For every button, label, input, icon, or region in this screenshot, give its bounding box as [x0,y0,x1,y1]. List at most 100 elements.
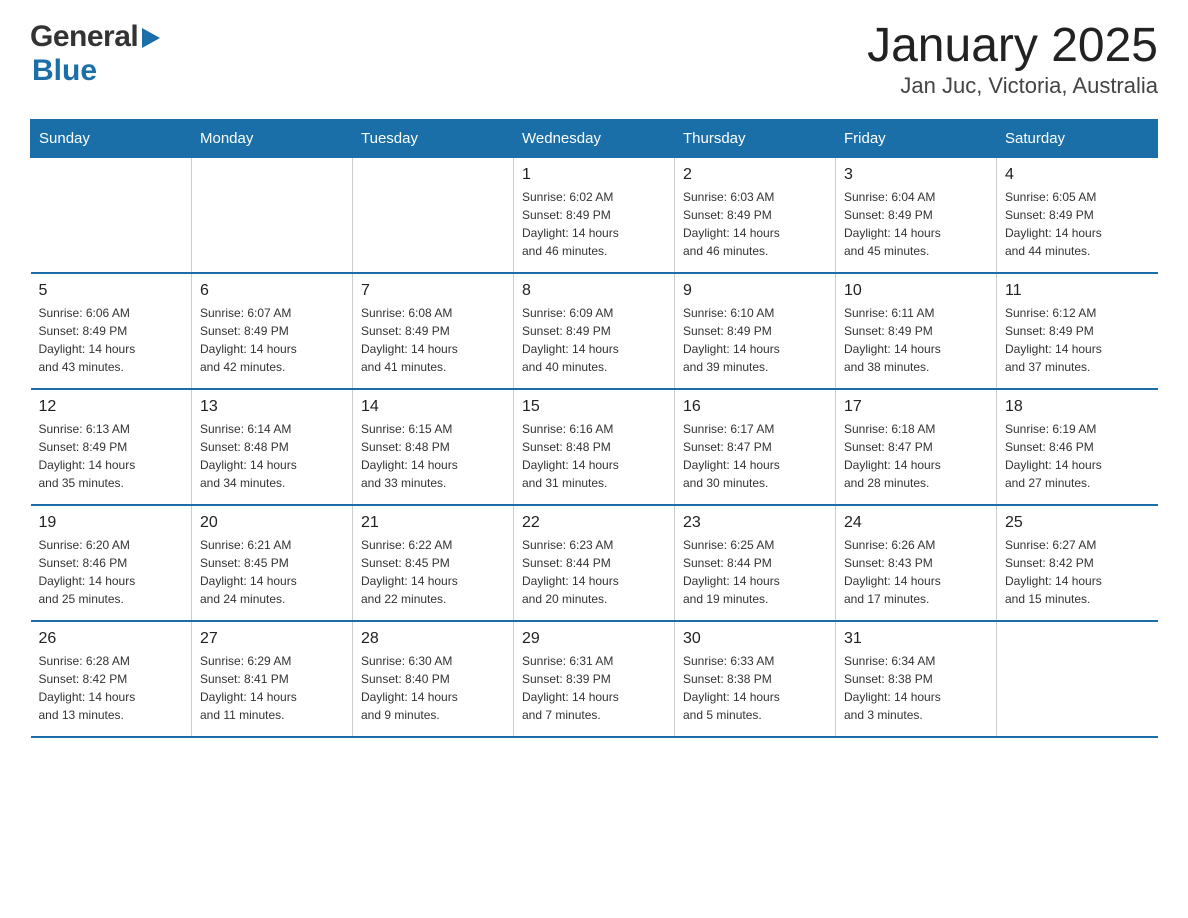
calendar-title: January 2025 [867,20,1158,73]
title-block: January 2025 Jan Juc, Victoria, Australi… [867,20,1158,99]
calendar-week-row: 19 Sunrise: 6:20 AM Sunset: 8:46 PM Dayli… [31,505,1158,621]
day-number: 30 [683,630,827,648]
header-wednesday: Wednesday [514,119,675,157]
day-number: 3 [844,166,988,184]
calendar-cell [31,157,192,273]
day-number: 23 [683,514,827,532]
day-info: Sunrise: 6:21 AM Sunset: 8:45 PM Dayligh… [200,536,344,608]
day-info: Sunrise: 6:22 AM Sunset: 8:45 PM Dayligh… [361,536,505,608]
calendar-cell: 30Sunrise: 6:33 AM Sunset: 8:38 PM Dayli… [675,621,836,737]
calendar-table: Sunday Monday Tuesday Wednesday Thursday… [30,119,1158,738]
header-thursday: Thursday [675,119,836,157]
header-monday: Monday [192,119,353,157]
calendar-week-row: 5 Sunrise: 6:06 AM Sunset: 8:49 PM Daylig… [31,273,1158,389]
calendar-cell: 2Sunrise: 6:03 AM Sunset: 8:49 PM Daylig… [675,157,836,273]
calendar-cell: 17Sunrise: 6:18 AM Sunset: 8:47 PM Dayli… [836,389,997,505]
day-number: 1 [522,166,666,184]
logo-general-text: General [30,20,138,54]
calendar-cell: 11 Sunrise: 6:12 AM Sunset: 8:49 PM Dayli… [997,273,1158,389]
day-info: Sunrise: 6:12 AM Sunset: 8:49 PM Dayligh… [1005,304,1150,376]
logo: General Blue [30,20,160,88]
day-number: 28 [361,630,505,648]
logo-arrow-icon [142,28,160,48]
calendar-cell: 4Sunrise: 6:05 AM Sunset: 8:49 PM Daylig… [997,157,1158,273]
day-info: Sunrise: 6:16 AM Sunset: 8:48 PM Dayligh… [522,420,666,492]
calendar-cell: 26 Sunrise: 6:28 AM Sunset: 8:42 PM Dayli… [31,621,192,737]
day-number: 10 [844,282,988,300]
day-number: 11 [1005,282,1150,300]
day-info: Sunrise: 6:06 AM Sunset: 8:49 PM Dayligh… [39,304,184,376]
calendar-cell: 29 Sunrise: 6:31 AM Sunset: 8:39 PM Dayli… [514,621,675,737]
day-number: 29 [522,630,666,648]
day-info: Sunrise: 6:07 AM Sunset: 8:49 PM Dayligh… [200,304,344,376]
calendar-week-row: 12Sunrise: 6:13 AM Sunset: 8:49 PM Dayli… [31,389,1158,505]
calendar-cell: 19 Sunrise: 6:20 AM Sunset: 8:46 PM Dayli… [31,505,192,621]
day-number: 9 [683,282,827,300]
day-info: Sunrise: 6:29 AM Sunset: 8:41 PM Dayligh… [200,652,344,724]
day-info: Sunrise: 6:11 AM Sunset: 8:49 PM Dayligh… [844,304,988,376]
calendar-cell: 13Sunrise: 6:14 AM Sunset: 8:48 PM Dayli… [192,389,353,505]
day-info: Sunrise: 6:25 AM Sunset: 8:44 PM Dayligh… [683,536,827,608]
day-info: Sunrise: 6:04 AM Sunset: 8:49 PM Dayligh… [844,188,988,260]
calendar-cell: 3 Sunrise: 6:04 AM Sunset: 8:49 PM Daylig… [836,157,997,273]
day-number: 8 [522,282,666,300]
day-number: 16 [683,398,827,416]
calendar-week-row: 26 Sunrise: 6:28 AM Sunset: 8:42 PM Dayli… [31,621,1158,737]
calendar-cell: 8 Sunrise: 6:09 AM Sunset: 8:49 PM Daylig… [514,273,675,389]
day-info: Sunrise: 6:08 AM Sunset: 8:49 PM Dayligh… [361,304,505,376]
day-number: 13 [200,398,344,416]
day-info: Sunrise: 6:23 AM Sunset: 8:44 PM Dayligh… [522,536,666,608]
day-info: Sunrise: 6:17 AM Sunset: 8:47 PM Dayligh… [683,420,827,492]
calendar-cell: 31 Sunrise: 6:34 AM Sunset: 8:38 PM Dayli… [836,621,997,737]
day-number: 27 [200,630,344,648]
day-info: Sunrise: 6:02 AM Sunset: 8:49 PM Dayligh… [522,188,666,260]
day-info: Sunrise: 6:28 AM Sunset: 8:42 PM Dayligh… [39,652,184,724]
day-number: 5 [39,282,184,300]
day-info: Sunrise: 6:30 AM Sunset: 8:40 PM Dayligh… [361,652,505,724]
day-number: 14 [361,398,505,416]
day-info: Sunrise: 6:31 AM Sunset: 8:39 PM Dayligh… [522,652,666,724]
calendar-cell [353,157,514,273]
calendar-cell: 23 Sunrise: 6:25 AM Sunset: 8:44 PM Dayli… [675,505,836,621]
day-number: 18 [1005,398,1150,416]
calendar-cell: 10 Sunrise: 6:11 AM Sunset: 8:49 PM Dayli… [836,273,997,389]
calendar-subtitle: Jan Juc, Victoria, Australia [867,73,1158,99]
calendar-cell: 21Sunrise: 6:22 AM Sunset: 8:45 PM Dayli… [353,505,514,621]
calendar-cell: 15Sunrise: 6:16 AM Sunset: 8:48 PM Dayli… [514,389,675,505]
day-number: 6 [200,282,344,300]
day-number: 20 [200,514,344,532]
calendar-cell [192,157,353,273]
day-info: Sunrise: 6:15 AM Sunset: 8:48 PM Dayligh… [361,420,505,492]
page-header: General Blue January 2025 Jan Juc, Victo… [30,20,1158,99]
day-number: 2 [683,166,827,184]
calendar-week-row: 1 Sunrise: 6:02 AM Sunset: 8:49 PM Daylig… [31,157,1158,273]
calendar-cell: 28 Sunrise: 6:30 AM Sunset: 8:40 PM Dayli… [353,621,514,737]
calendar-cell: 25Sunrise: 6:27 AM Sunset: 8:42 PM Dayli… [997,505,1158,621]
logo-blue-text: Blue [32,54,97,88]
header-sunday: Sunday [31,119,192,157]
day-number: 19 [39,514,184,532]
calendar-cell: 27 Sunrise: 6:29 AM Sunset: 8:41 PM Dayli… [192,621,353,737]
day-info: Sunrise: 6:34 AM Sunset: 8:38 PM Dayligh… [844,652,988,724]
header-saturday: Saturday [997,119,1158,157]
day-number: 4 [1005,166,1150,184]
calendar-cell: 22 Sunrise: 6:23 AM Sunset: 8:44 PM Dayli… [514,505,675,621]
day-number: 7 [361,282,505,300]
day-info: Sunrise: 6:20 AM Sunset: 8:46 PM Dayligh… [39,536,184,608]
calendar-cell: 18 Sunrise: 6:19 AM Sunset: 8:46 PM Dayli… [997,389,1158,505]
calendar-cell: 7 Sunrise: 6:08 AM Sunset: 8:49 PM Daylig… [353,273,514,389]
calendar-cell: 1 Sunrise: 6:02 AM Sunset: 8:49 PM Daylig… [514,157,675,273]
day-number: 22 [522,514,666,532]
day-info: Sunrise: 6:26 AM Sunset: 8:43 PM Dayligh… [844,536,988,608]
day-number: 12 [39,398,184,416]
day-info: Sunrise: 6:09 AM Sunset: 8:49 PM Dayligh… [522,304,666,376]
calendar-cell: 24 Sunrise: 6:26 AM Sunset: 8:43 PM Dayli… [836,505,997,621]
day-info: Sunrise: 6:19 AM Sunset: 8:46 PM Dayligh… [1005,420,1150,492]
day-number: 26 [39,630,184,648]
day-number: 31 [844,630,988,648]
calendar-cell: 20 Sunrise: 6:21 AM Sunset: 8:45 PM Dayli… [192,505,353,621]
day-number: 24 [844,514,988,532]
calendar-cell: 16 Sunrise: 6:17 AM Sunset: 8:47 PM Dayli… [675,389,836,505]
calendar-cell: 12Sunrise: 6:13 AM Sunset: 8:49 PM Dayli… [31,389,192,505]
calendar-cell: 5 Sunrise: 6:06 AM Sunset: 8:49 PM Daylig… [31,273,192,389]
